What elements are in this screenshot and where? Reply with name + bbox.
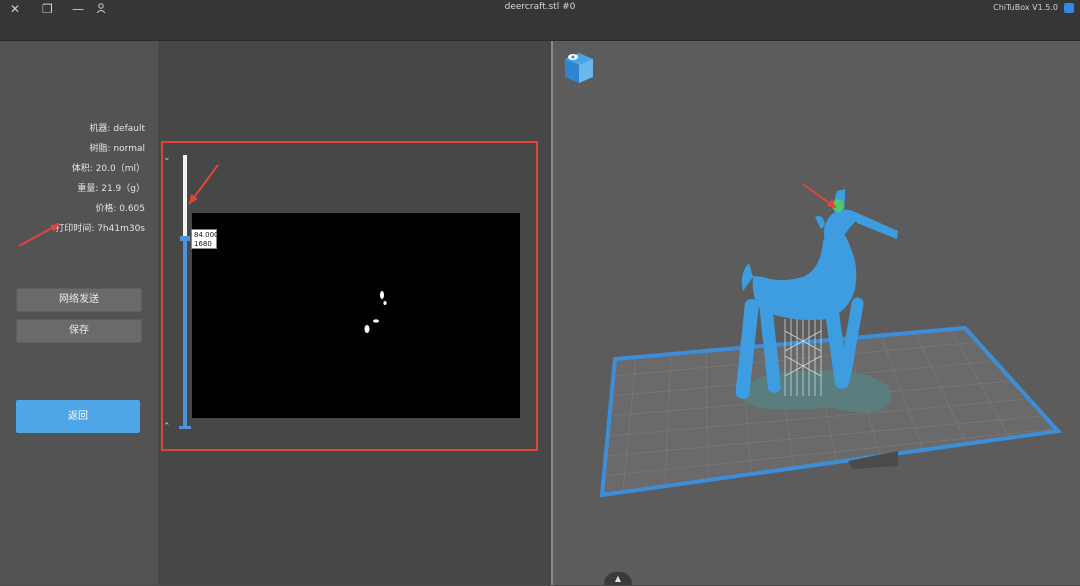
print-time-value: 7h41m30s: [97, 224, 145, 234]
expand-panel-up-icon[interactable]: ▲: [604, 572, 632, 585]
resin-row: 树脂: normal: [90, 141, 145, 154]
back-button[interactable]: 返回: [16, 400, 140, 433]
machine-label: 机器:: [89, 124, 111, 134]
save-button[interactable]: 保存: [16, 319, 142, 343]
weight-value: 21.9（g）: [101, 184, 145, 194]
machine-value: default: [113, 124, 145, 134]
build-plate: [599, 325, 1063, 498]
build-scene: [565, 53, 1063, 498]
annotation-arrow-print-time: [18, 223, 60, 247]
volume-label: 体积:: [71, 164, 93, 174]
weight-row: 重量: 21.9（g）: [77, 181, 145, 194]
title-bar: ✕ ❐ — deercraft.stl #0 ChiTuBox V1.5.0: [0, 0, 1080, 41]
weight-label: 重量:: [77, 184, 99, 194]
machine-row: 机器: default: [89, 121, 145, 134]
app-name: ChiTuBox V1.5.0: [993, 3, 1058, 12]
price-value: 0.605: [119, 204, 145, 214]
volume-value: 20.0（ml）: [95, 164, 145, 174]
volume-row: 体积: 20.0（ml）: [72, 161, 145, 174]
resin-label: 树脂:: [89, 144, 111, 154]
network-send-button[interactable]: 网络发送: [16, 288, 142, 312]
price-row: 价格: 0.605: [95, 201, 145, 214]
print-time-row: 打印时间: 7h41m30s: [55, 221, 145, 234]
app-logo-icon: [1064, 3, 1074, 13]
price-label: 价格:: [95, 204, 117, 214]
window-title: deercraft.stl #0: [504, 2, 576, 12]
view-cube-icon: [565, 53, 593, 83]
annotation-arrow-slider: [188, 164, 219, 205]
resin-value: normal: [113, 144, 145, 154]
